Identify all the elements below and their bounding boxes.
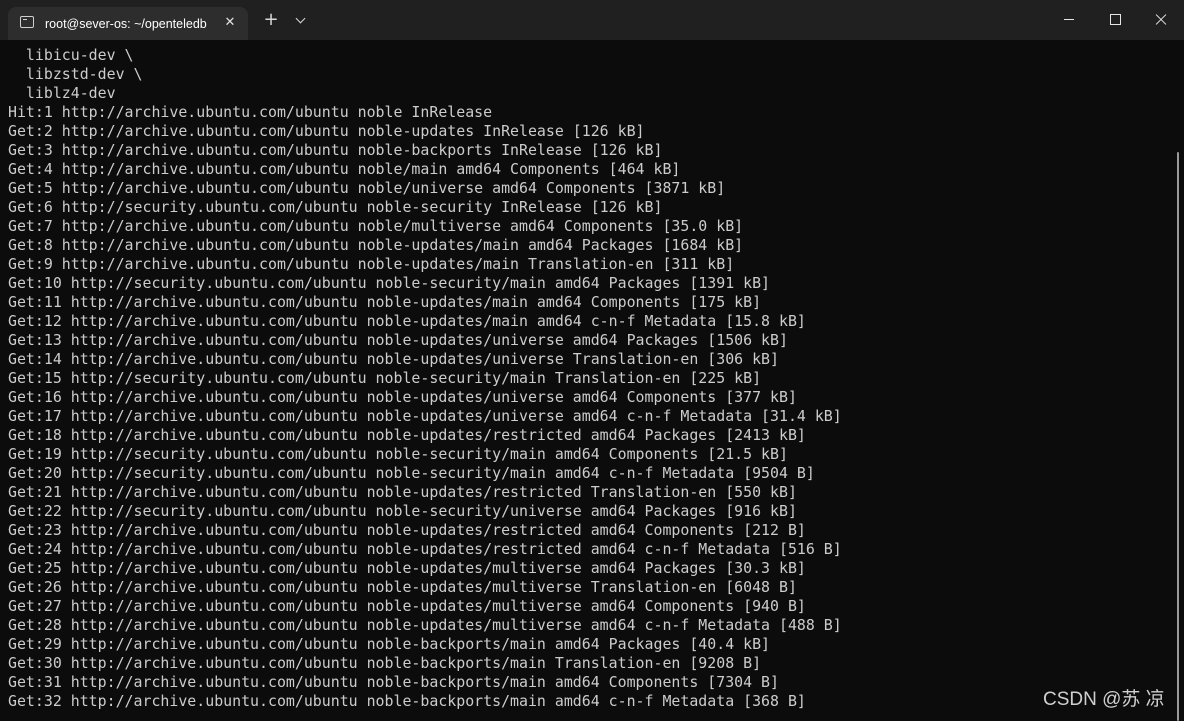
terminal-line: Get:11 http://archive.ubuntu.com/ubuntu … [8,293,762,311]
terminal-tab[interactable]: root@sever-os: ~/openteledb ✕ [8,7,248,40]
terminal-line: Get:32 http://archive.ubuntu.com/ubuntu … [8,692,806,710]
terminal-line: Get:25 http://archive.ubuntu.com/ubuntu … [8,559,806,577]
terminal-line: Get:18 http://archive.ubuntu.com/ubuntu … [8,426,806,444]
terminal-line: Get:28 http://archive.ubuntu.com/ubuntu … [8,616,842,634]
minimize-button[interactable] [1046,0,1092,40]
terminal-line: Get:30 http://archive.ubuntu.com/ubuntu … [8,654,762,672]
terminal-window: root@sever-os: ~/openteledb ✕ + libicu-d… [0,0,1184,721]
terminal-line: Get:12 http://archive.ubuntu.com/ubuntu … [8,312,806,330]
scrollbar[interactable] [1177,152,1179,721]
terminal-line: Get:24 http://archive.ubuntu.com/ubuntu … [8,540,842,558]
terminal-line: Get:13 http://archive.ubuntu.com/ubuntu … [8,331,788,349]
terminal-line: Get:3 http://archive.ubuntu.com/ubuntu n… [8,141,663,159]
terminal-line: libzstd-dev \ [8,65,143,83]
title-bar[interactable]: root@sever-os: ~/openteledb ✕ + [0,0,1184,40]
terminal-line: liblz4-dev [8,84,116,102]
new-tab-plus-icon[interactable]: + [261,10,281,30]
terminal-line: Get:27 http://archive.ubuntu.com/ubuntu … [8,597,806,615]
terminal-line: Get:15 http://security.ubuntu.com/ubuntu… [8,369,762,387]
terminal-line: Get:10 http://security.ubuntu.com/ubuntu… [8,274,771,292]
terminal-line: Get:29 http://archive.ubuntu.com/ubuntu … [8,635,771,653]
terminal-line: Get:26 http://archive.ubuntu.com/ubuntu … [8,578,797,596]
terminal-output-area[interactable]: libicu-dev \ libzstd-dev \ liblz4-dev Hit… [0,40,1172,721]
tab-close-icon[interactable]: ✕ [220,13,240,33]
terminal-line: Get:19 http://security.ubuntu.com/ubuntu… [8,445,788,463]
tab-dropdown-chevron-down-icon[interactable] [291,10,311,30]
terminal-line: Get:9 http://archive.ubuntu.com/ubuntu n… [8,255,735,273]
terminal-line: Get:4 http://archive.ubuntu.com/ubuntu n… [8,160,681,178]
tab-title: root@sever-os: ~/openteledb [45,17,207,31]
terminal-line: Get:22 http://security.ubuntu.com/ubuntu… [8,502,797,520]
terminal-line: Get:16 http://archive.ubuntu.com/ubuntu … [8,388,797,406]
terminal-line: Get:17 http://archive.ubuntu.com/ubuntu … [8,407,842,425]
terminal-line: Get:31 http://archive.ubuntu.com/ubuntu … [8,673,779,691]
terminal-line: Get:7 http://archive.ubuntu.com/ubuntu n… [8,217,744,235]
terminal-icon [20,16,34,28]
watermark: CSDN @苏 凉 [1043,689,1165,710]
terminal-line: Get:23 http://archive.ubuntu.com/ubuntu … [8,521,806,539]
terminal-line: Get:20 http://security.ubuntu.com/ubuntu… [8,464,815,482]
terminal-line: Get:2 http://archive.ubuntu.com/ubuntu n… [8,122,645,140]
terminal-line: Get:5 http://archive.ubuntu.com/ubuntu n… [8,179,726,197]
terminal-line: libicu-dev \ [8,46,134,64]
terminal-line: Get:6 http://security.ubuntu.com/ubuntu … [8,198,663,216]
close-window-button[interactable] [1138,0,1184,40]
terminal-line: Get:21 http://archive.ubuntu.com/ubuntu … [8,483,797,501]
terminal-output: libicu-dev \ libzstd-dev \ liblz4-dev Hit… [8,46,842,711]
terminal-line: Get:14 http://archive.ubuntu.com/ubuntu … [8,350,779,368]
maximize-button[interactable] [1092,0,1138,40]
terminal-line: Get:8 http://archive.ubuntu.com/ubuntu n… [8,236,744,254]
terminal-line: Hit:1 http://archive.ubuntu.com/ubuntu n… [8,103,493,121]
